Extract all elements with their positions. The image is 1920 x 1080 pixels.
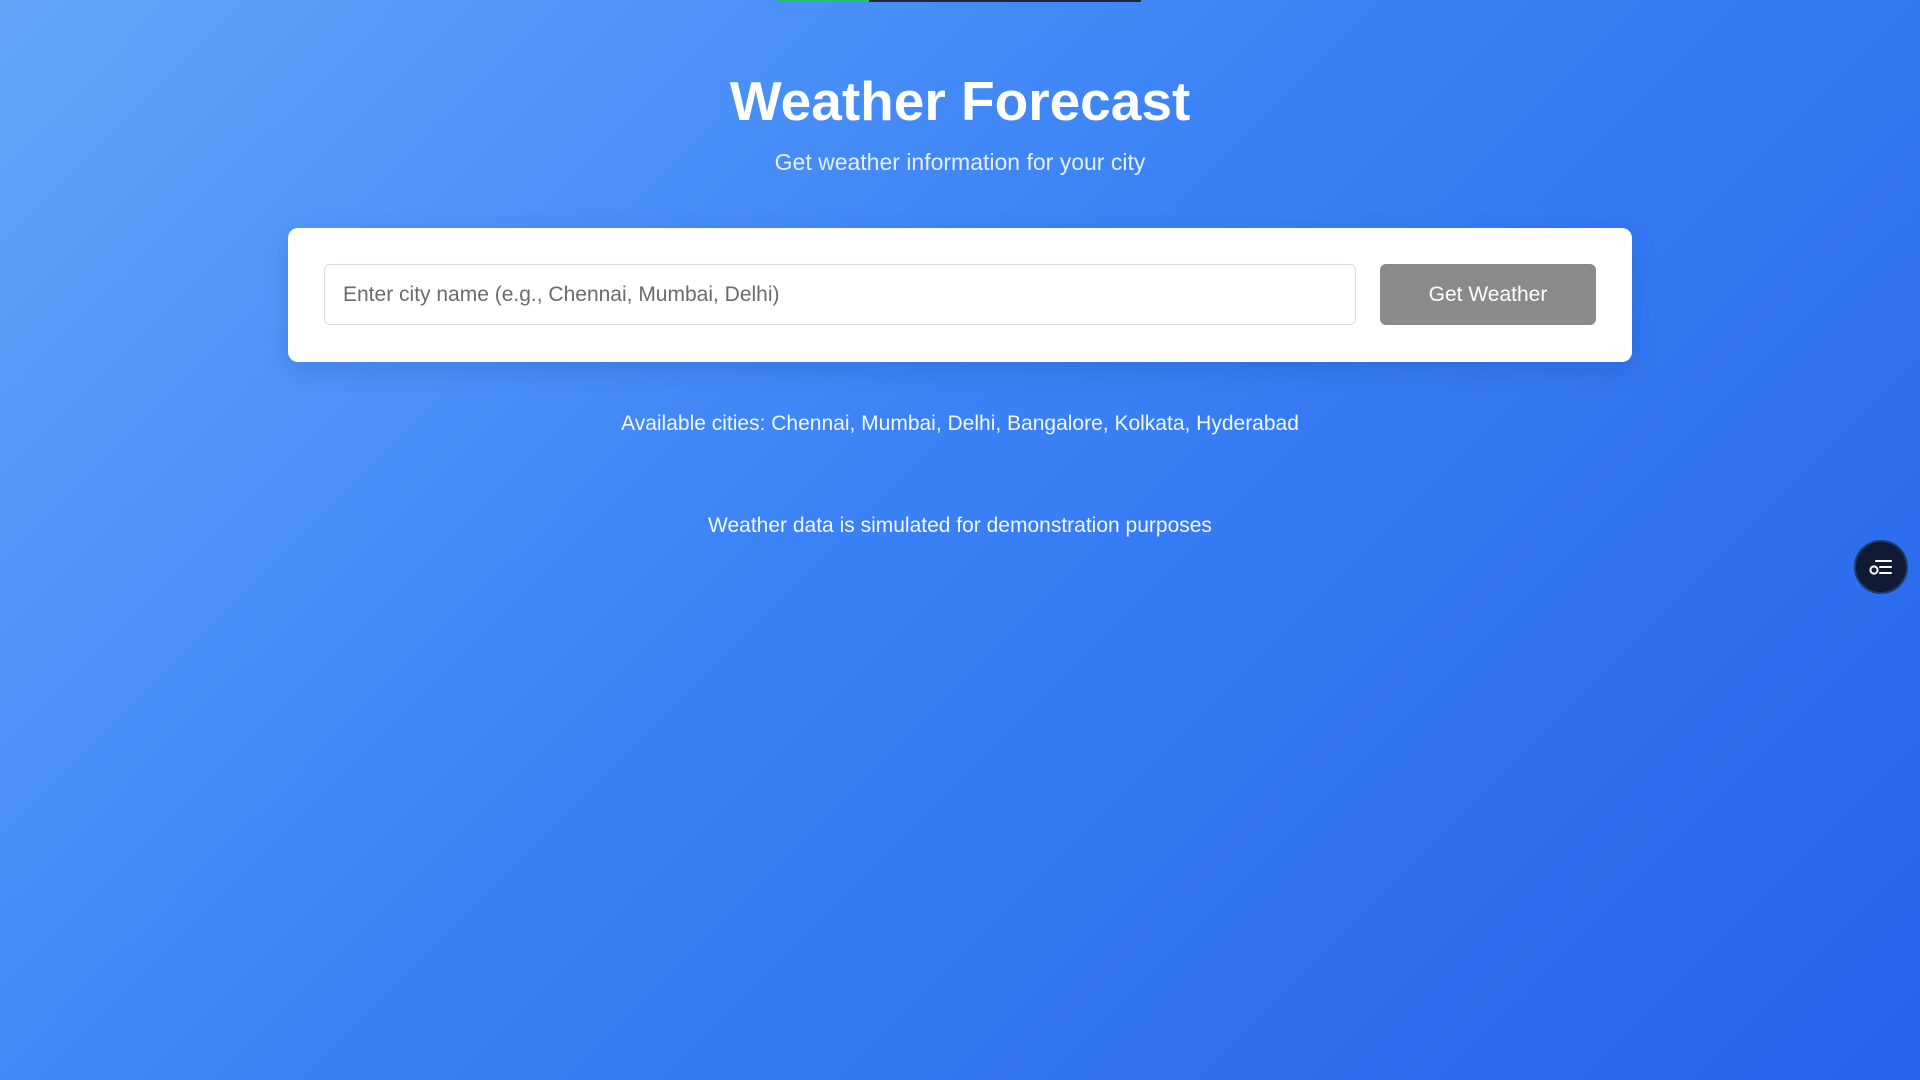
city-search-input[interactable] <box>324 264 1356 325</box>
page-title: Weather Forecast <box>729 70 1191 132</box>
available-cities-text: Available cities: Chennai, Mumbai, Delhi… <box>621 412 1299 435</box>
filter-list-icon <box>1869 560 1892 575</box>
page-header: Weather Forecast Get weather information… <box>0 68 1920 176</box>
page-subtitle: Get weather information for your city <box>774 149 1146 175</box>
get-weather-button[interactable]: Get Weather <box>1380 264 1596 325</box>
loading-progress-fill <box>778 0 869 2</box>
floating-menu-button[interactable] <box>1854 540 1908 594</box>
search-card: Get Weather <box>288 228 1632 362</box>
loading-progress-bar <box>778 0 1141 2</box>
disclaimer-text: Weather data is simulated for demonstrat… <box>708 514 1212 537</box>
